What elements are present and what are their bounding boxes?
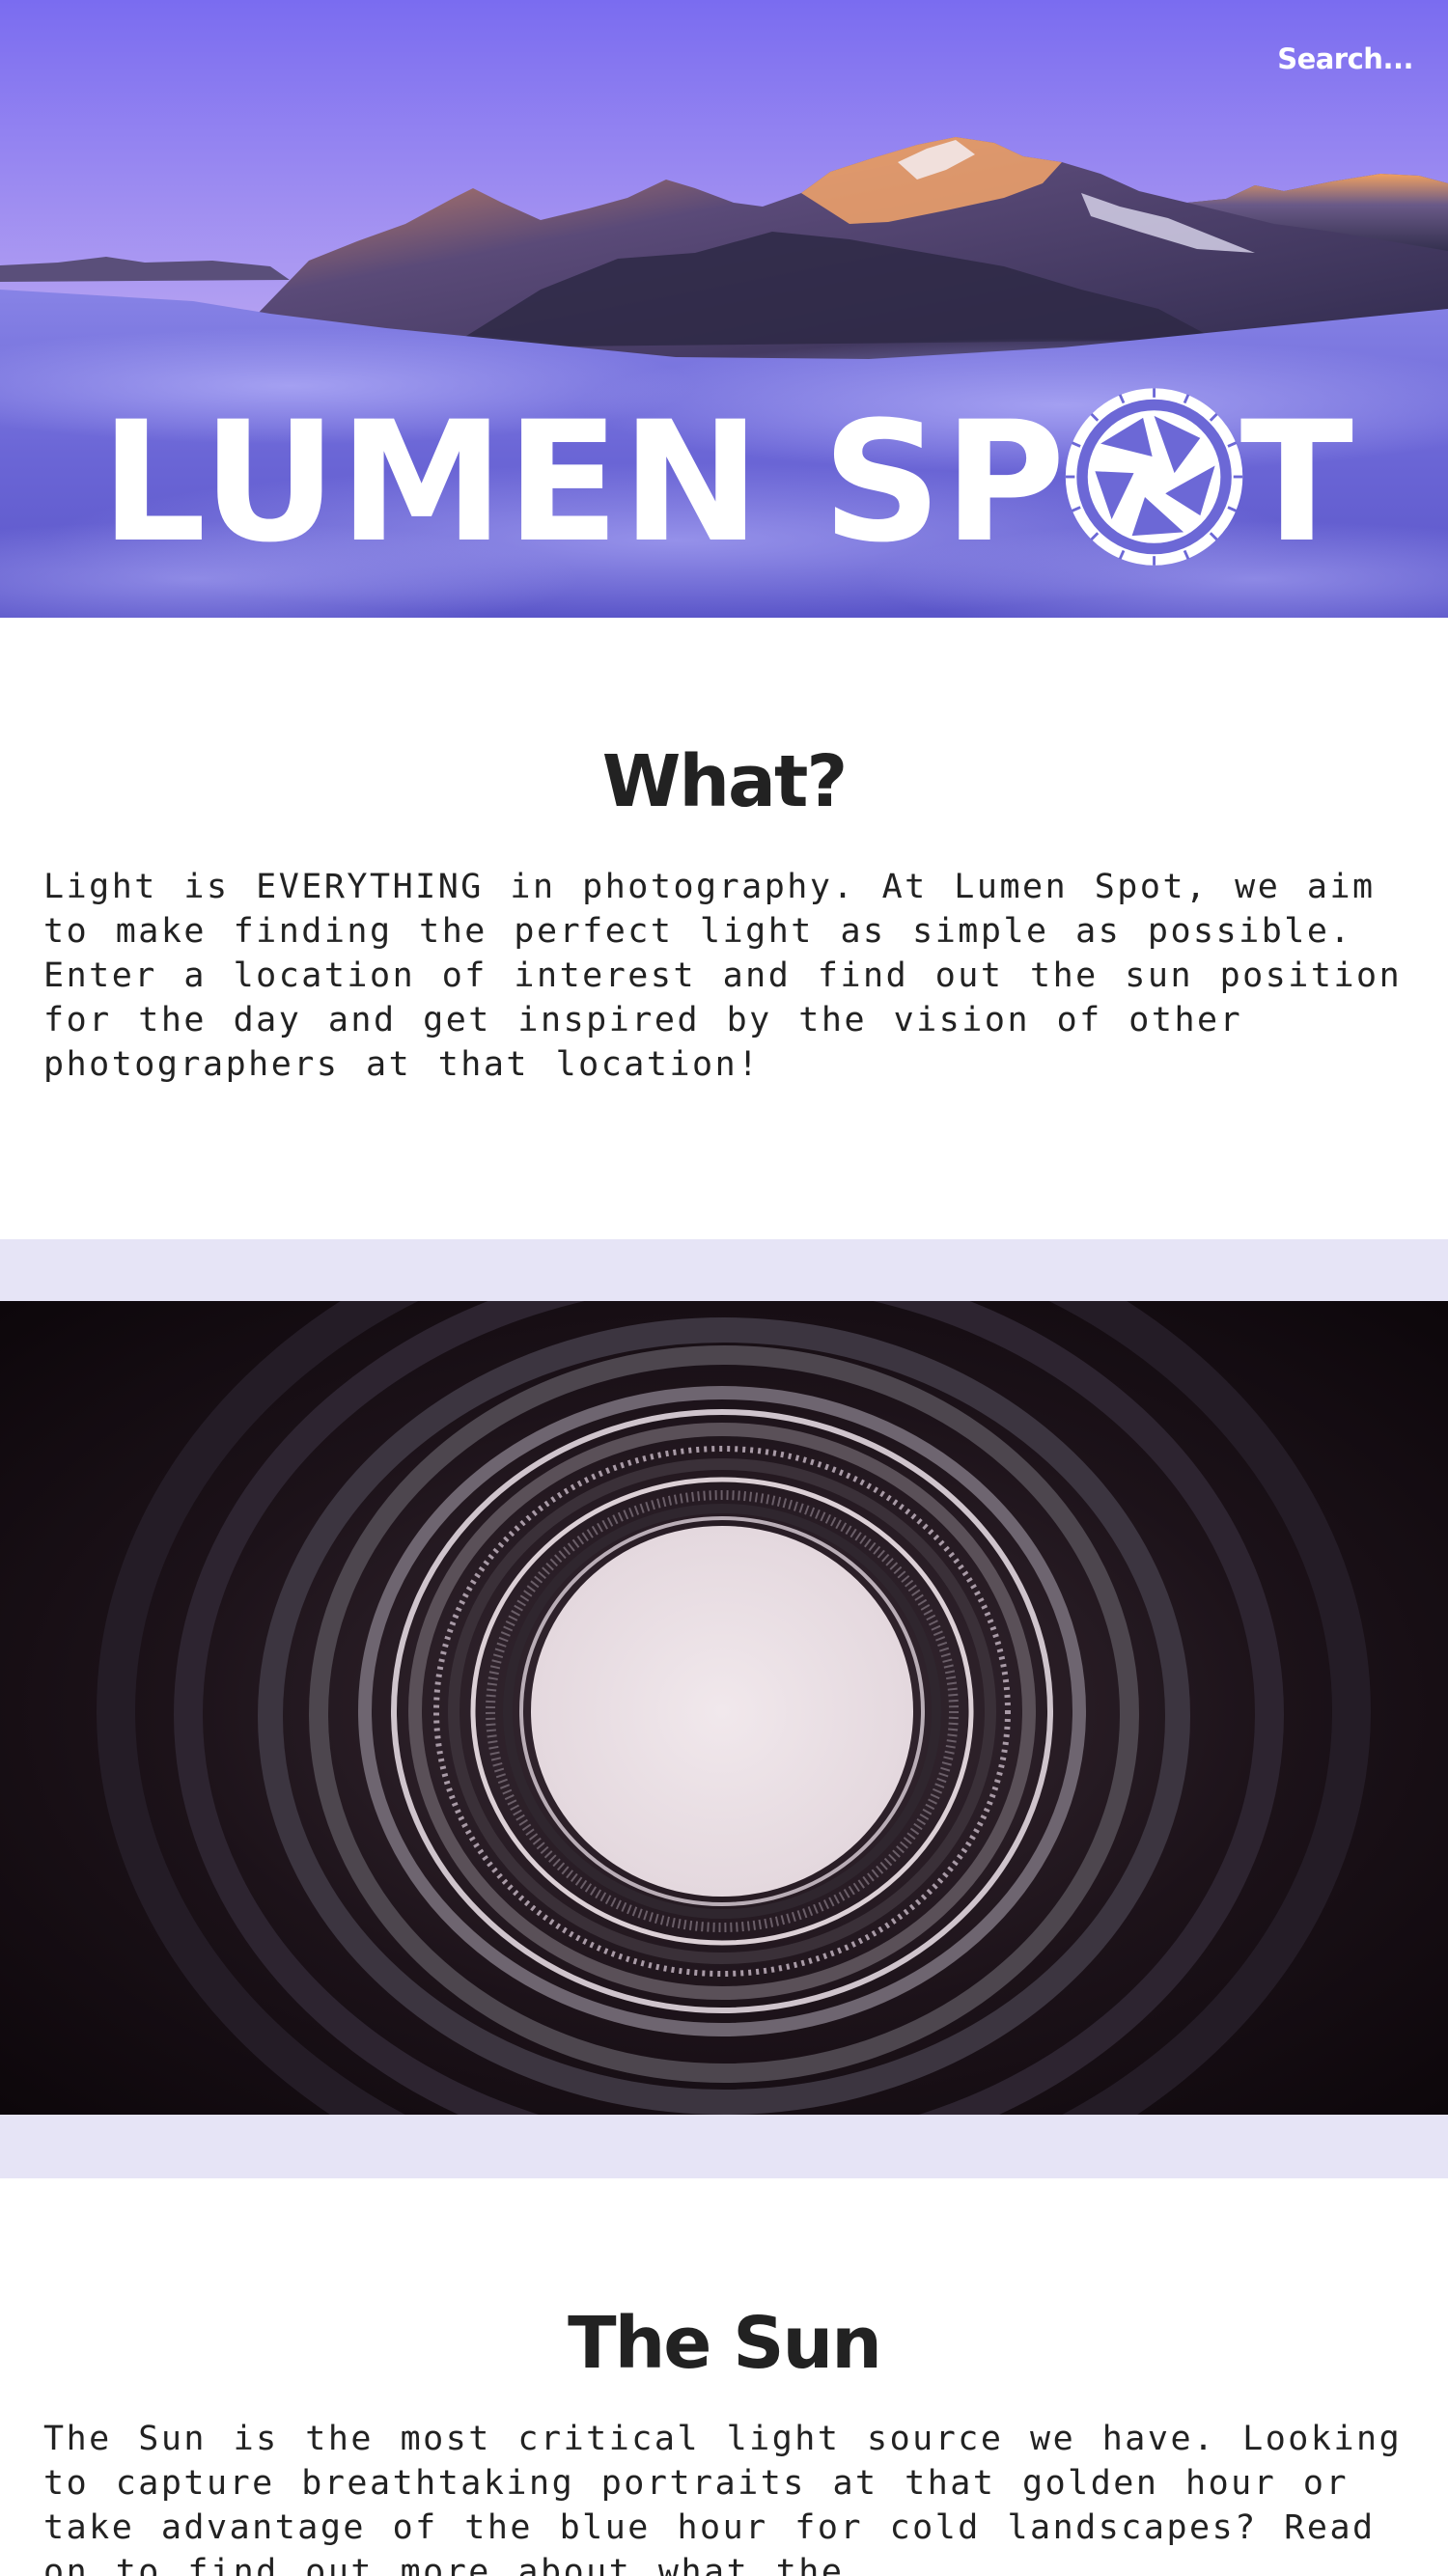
search-link[interactable]: Search... bbox=[1277, 42, 1413, 75]
what-heading: What? bbox=[601, 740, 849, 823]
what-body: Light is EVERYTHING in photography. At L… bbox=[43, 868, 1403, 1084]
sun-section: The Sun The Sun is the most critical lig… bbox=[0, 2295, 1448, 2576]
sun-heading: The Sun bbox=[568, 2302, 882, 2385]
what-section: What? Light is EVERYTHING in photography… bbox=[0, 734, 1448, 1087]
spiral-staircase-image bbox=[0, 1301, 1448, 2115]
photo-band bbox=[0, 1239, 1448, 2178]
logo-text-right: T bbox=[1239, 385, 1355, 579]
aperture-icon bbox=[1065, 388, 1242, 566]
sun-body: The Sun is the most critical light sourc… bbox=[43, 2420, 1403, 2576]
site-logo: LUMEN SP T bbox=[100, 385, 1355, 579]
logo-text-left: LUMEN SP bbox=[100, 385, 1068, 579]
hero-banner: Search... LUMEN SP T bbox=[0, 0, 1448, 618]
